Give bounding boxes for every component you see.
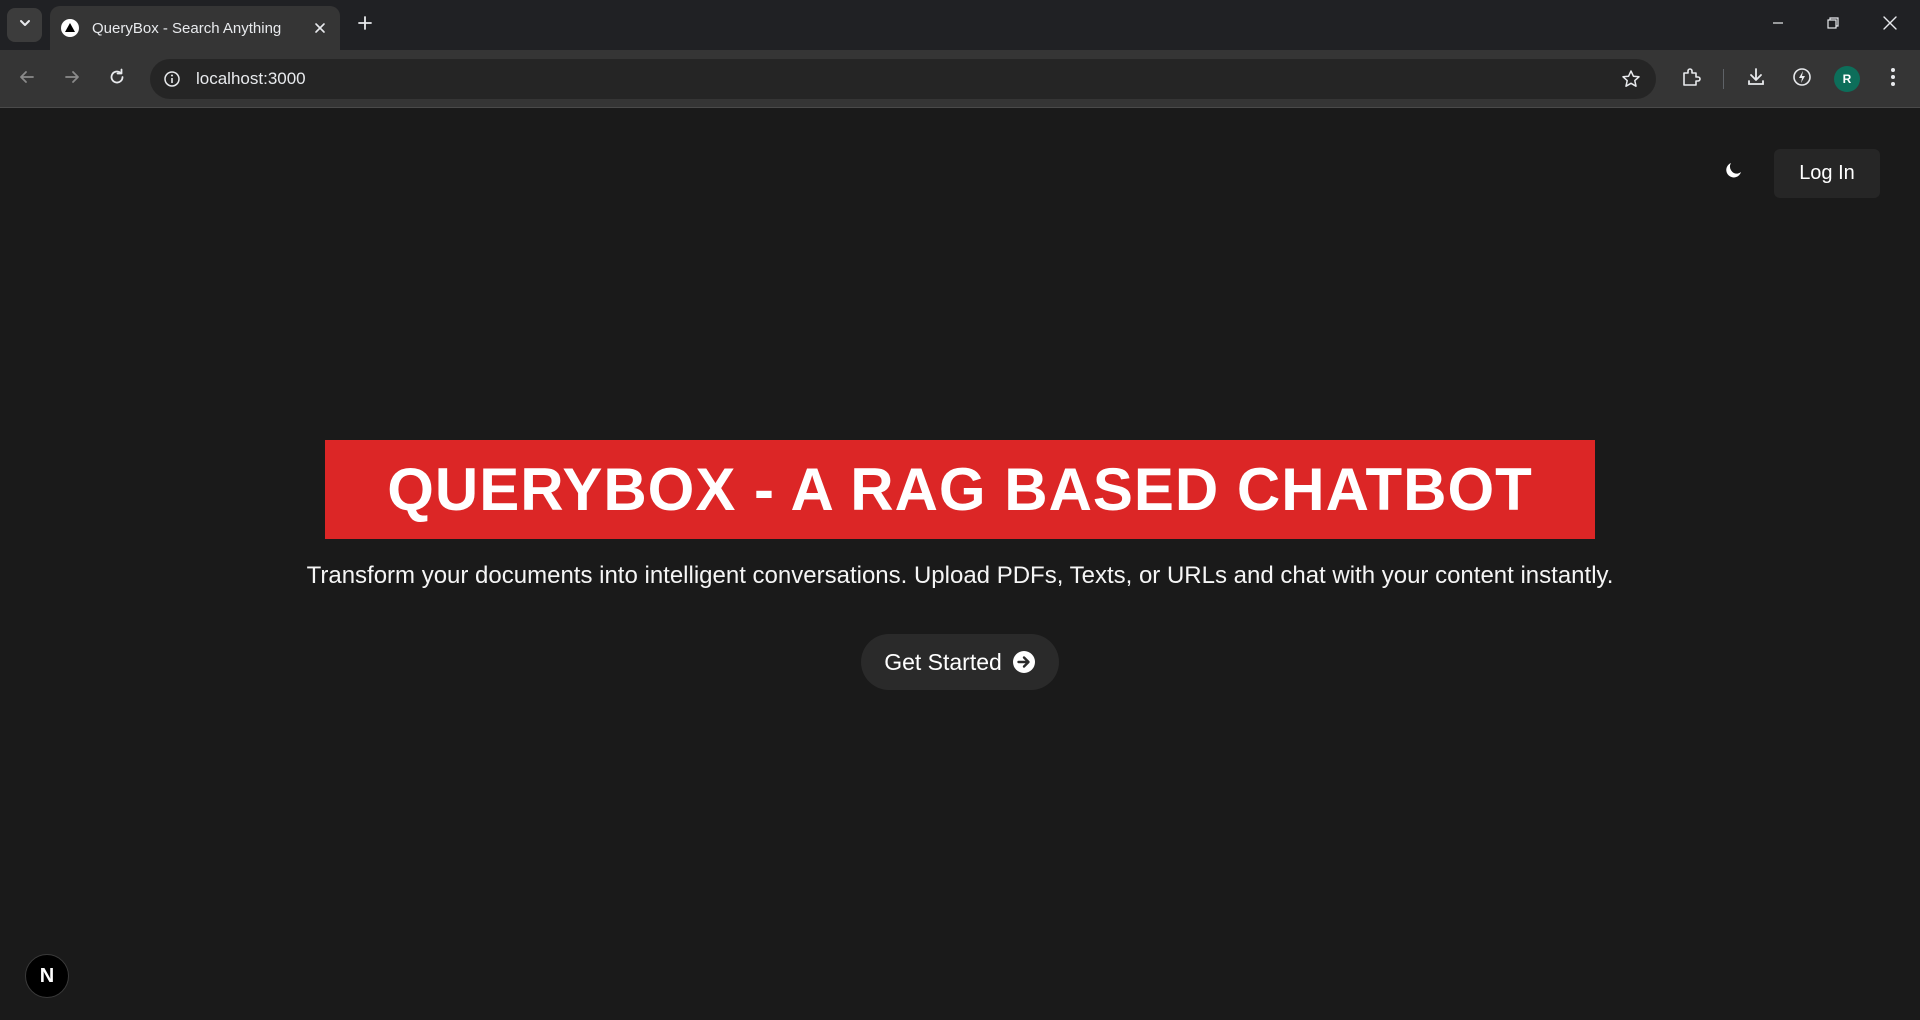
reload-icon (108, 68, 126, 91)
tab-search-button[interactable] (7, 8, 42, 42)
arrow-right-icon (63, 68, 81, 91)
arrow-left-icon (18, 68, 36, 91)
triangle-logo-icon (60, 18, 80, 38)
close-icon (1882, 15, 1898, 36)
tab-title: QueryBox - Search Anything (92, 19, 282, 37)
get-started-label: Get Started (884, 648, 1002, 675)
browser-menu-button[interactable] (1879, 65, 1907, 93)
browser-tab-active[interactable]: QueryBox - Search Anything (50, 6, 340, 50)
close-window-button[interactable] (1870, 8, 1910, 42)
minimize-button[interactable] (1758, 8, 1798, 42)
theme-toggle-button[interactable] (1716, 154, 1752, 190)
downloads-button[interactable] (1742, 65, 1770, 93)
close-tab-icon[interactable] (310, 18, 330, 38)
new-tab-button[interactable] (352, 12, 378, 38)
restore-button[interactable] (1813, 8, 1853, 42)
url-text[interactable]: localhost:3000 (196, 69, 306, 89)
performance-icon (1791, 66, 1813, 93)
extensions-button[interactable] (1677, 65, 1705, 93)
puzzle-icon (1680, 66, 1702, 93)
address-bar[interactable]: localhost:3000 (150, 59, 1656, 99)
kebab-menu-icon (1890, 67, 1896, 92)
back-button[interactable] (11, 63, 43, 95)
performance-button[interactable] (1788, 65, 1816, 93)
browser-tab-bar: QueryBox - Search Anything (0, 0, 1920, 50)
hero-subtitle: Transform your documents into intelligen… (306, 562, 1614, 589)
info-icon[interactable] (162, 69, 182, 89)
moon-icon (1723, 159, 1745, 186)
toolbar-divider (1723, 69, 1724, 89)
download-icon (1745, 66, 1767, 93)
restore-icon (1826, 16, 1840, 35)
page-body: Log In QUERYBOX - A RAG BASED CHATBOT Tr… (0, 109, 1920, 1020)
browser-toolbar: localhost:3000 (0, 50, 1920, 108)
reload-button[interactable] (101, 63, 133, 95)
login-button[interactable]: Log In (1774, 149, 1880, 198)
profile-avatar[interactable]: R (1834, 66, 1860, 92)
chevron-down-icon (18, 16, 32, 35)
hero-title: QUERYBOX - A RAG BASED CHATBOT (387, 456, 1533, 523)
minimize-icon (1771, 16, 1785, 35)
hero-title-banner: QUERYBOX - A RAG BASED CHATBOT (325, 440, 1595, 539)
forward-button[interactable] (56, 63, 88, 95)
get-started-button[interactable]: Get Started (861, 634, 1059, 690)
dev-tools-badge[interactable]: N (25, 954, 69, 998)
star-icon[interactable] (1620, 68, 1642, 90)
plus-icon (357, 15, 373, 36)
arrow-circle-right-icon (1012, 650, 1036, 674)
